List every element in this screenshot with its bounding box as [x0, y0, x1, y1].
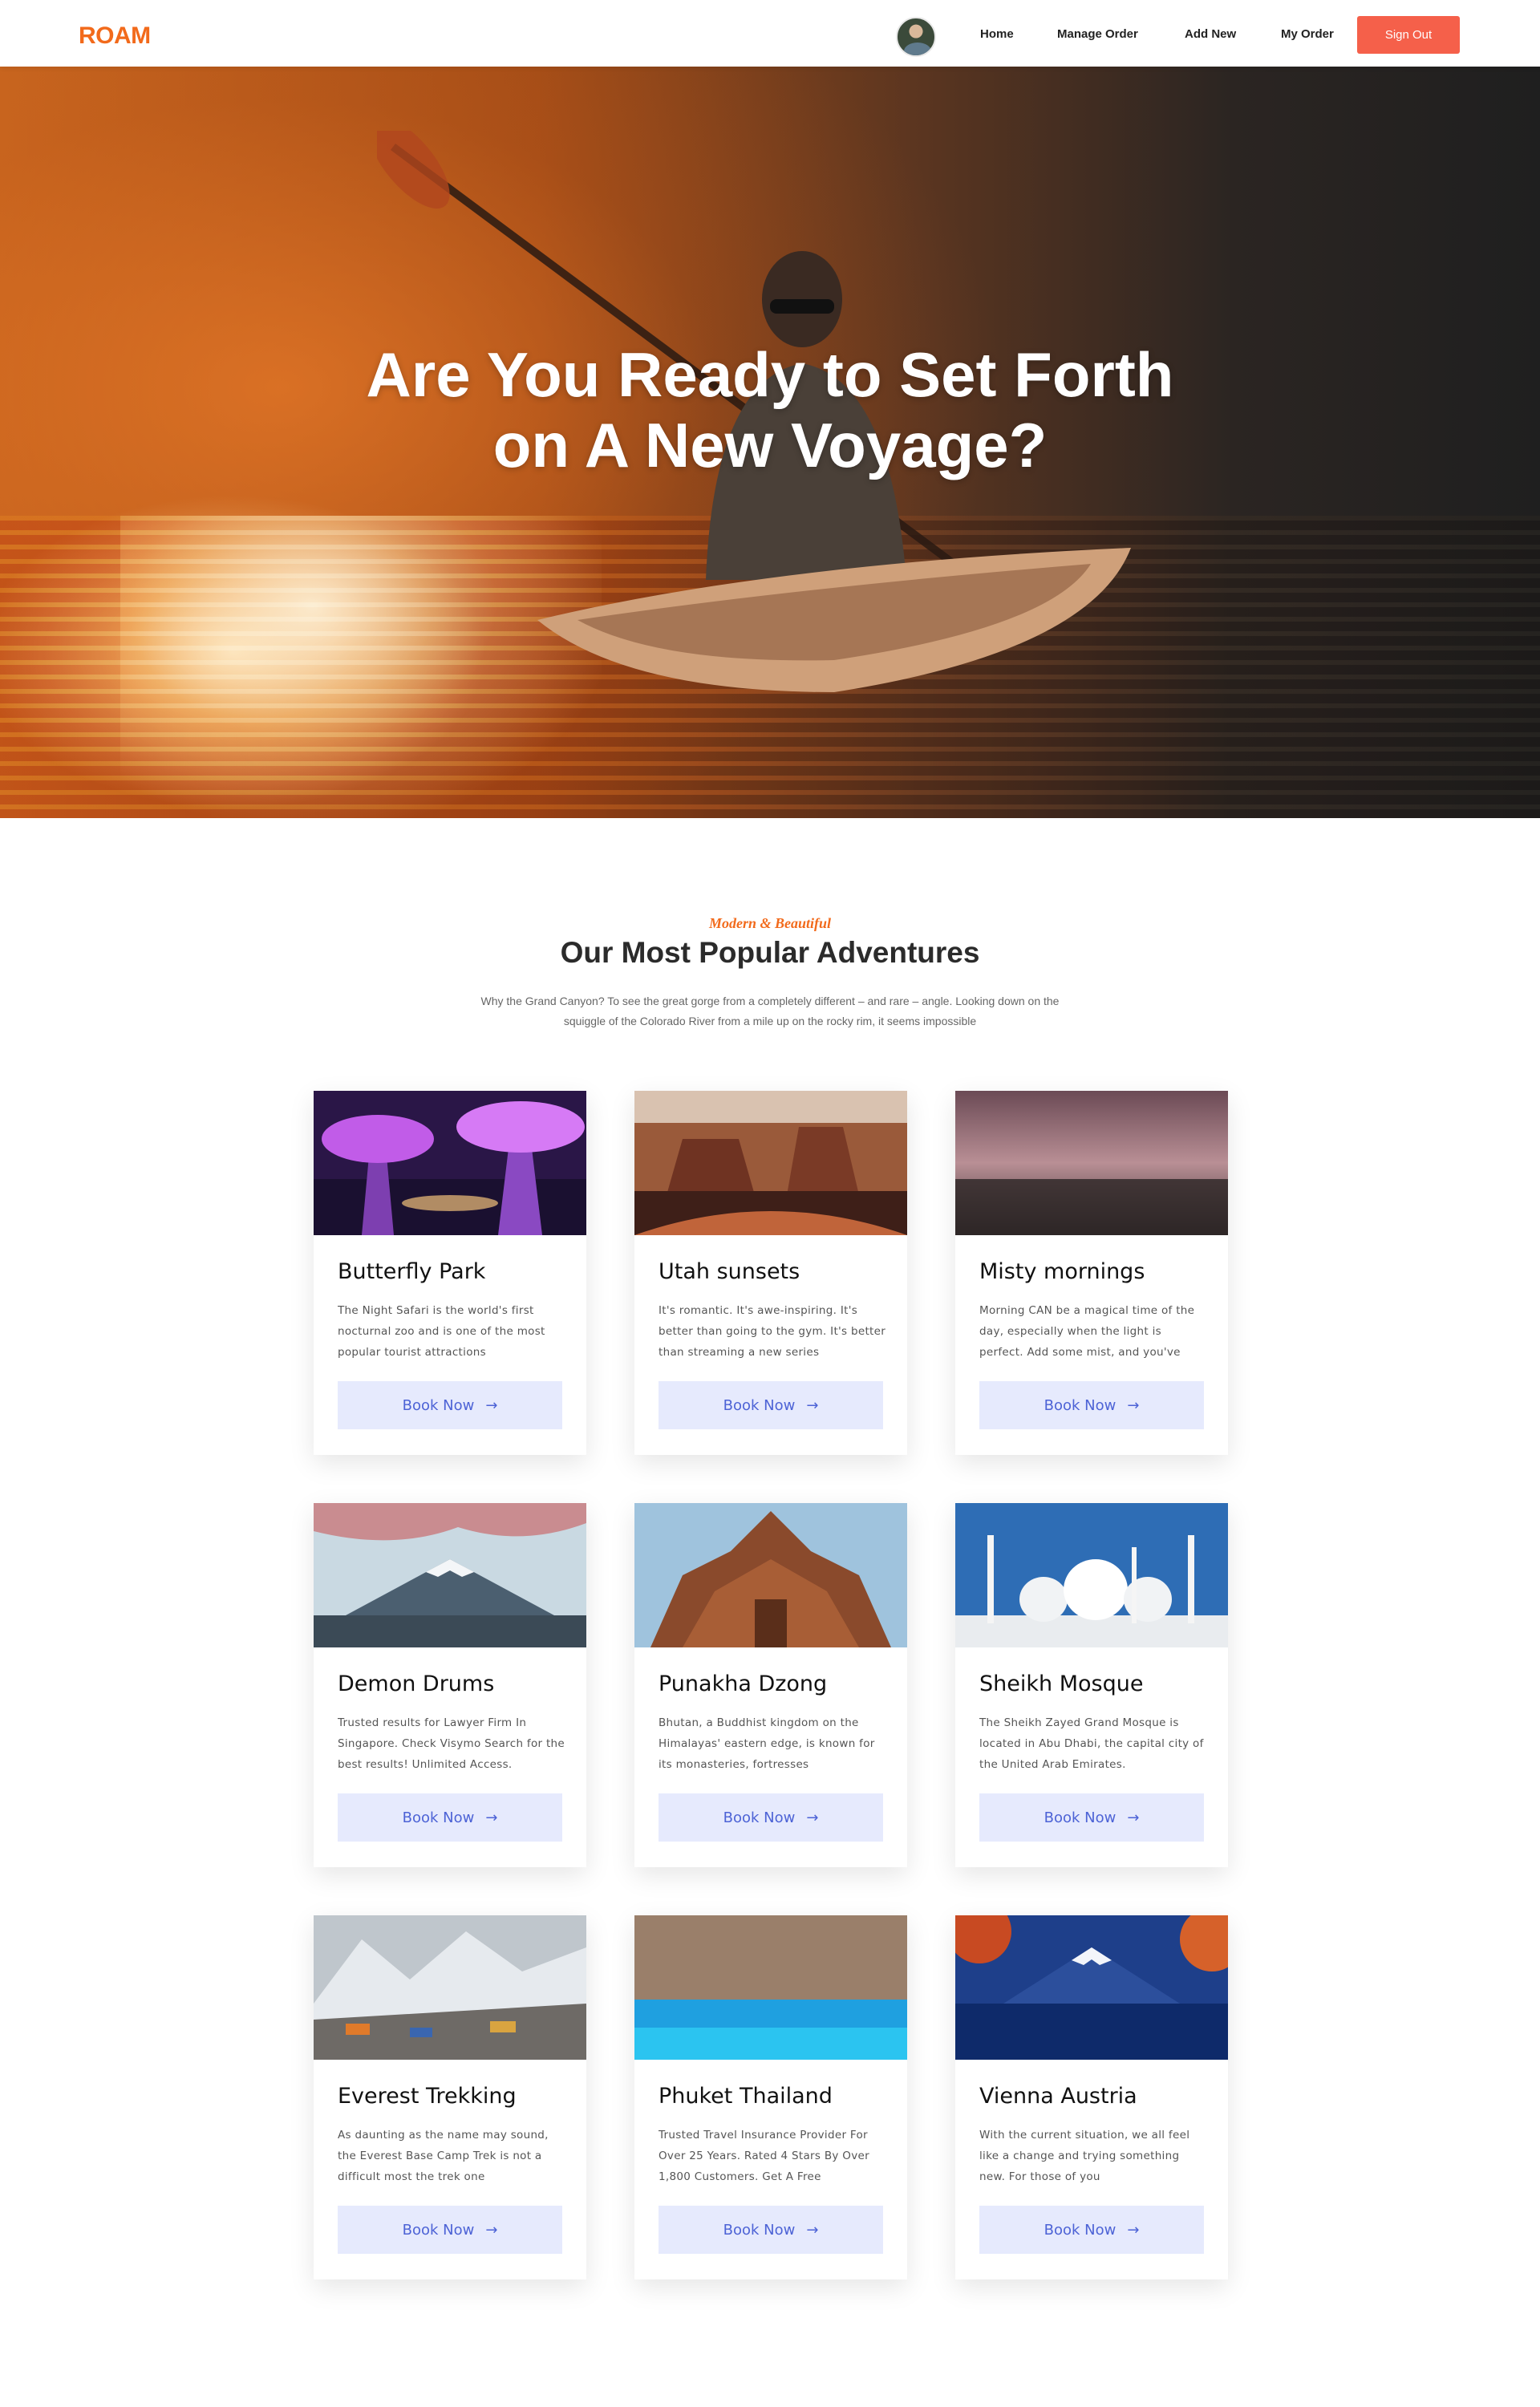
- adventure-card: Vienna Austria With the current situatio…: [955, 1915, 1228, 2279]
- sign-out-button[interactable]: Sign Out: [1357, 16, 1460, 54]
- book-now-label: Book Now: [723, 1396, 796, 1414]
- card-description: The Night Safari is the world's first no…: [338, 1304, 545, 1359]
- adventure-card: Demon Drums Trusted results for Lawyer F…: [314, 1503, 586, 1867]
- hero-title-line1: Are You Ready to Set Forth: [366, 339, 1174, 410]
- book-now-label: Book Now: [1044, 2221, 1116, 2239]
- card-description: It's romantic. It's awe-inspiring. It's …: [659, 1304, 886, 1359]
- book-now-button[interactable]: Book Now →: [979, 1793, 1204, 1842]
- book-now-label: Book Now: [723, 2221, 796, 2239]
- book-now-button[interactable]: Book Now →: [338, 1793, 562, 1842]
- book-now-button[interactable]: Book Now →: [659, 2206, 883, 2254]
- navbar: ROAM Home Manage Order Add New My Order …: [0, 0, 1540, 67]
- book-now-button[interactable]: Book Now →: [338, 1381, 562, 1429]
- book-now-label: Book Now: [1044, 1396, 1116, 1414]
- card-description: Morning CAN be a magical time of the day…: [979, 1304, 1195, 1359]
- arrow-right-icon: →: [806, 2221, 819, 2239]
- adventure-card: Punakha Dzong Bhutan, a Buddhist kingdom…: [634, 1503, 907, 1867]
- arrow-right-icon: →: [1127, 1396, 1140, 1414]
- logo[interactable]: ROAM: [79, 22, 151, 50]
- card-title: Utah sunsets: [659, 1259, 800, 1284]
- adventure-card: Utah sunsets It's romantic. It's awe-ins…: [634, 1091, 907, 1455]
- arrow-right-icon: →: [485, 1396, 498, 1414]
- card-title: Sheikh Mosque: [979, 1672, 1144, 1696]
- nav-manage-order[interactable]: Manage Order: [1057, 27, 1138, 41]
- avatar[interactable]: [896, 17, 936, 57]
- arrow-right-icon: →: [1127, 2221, 1140, 2239]
- book-now-label: Book Now: [402, 2221, 475, 2239]
- card-description: Trusted results for Lawyer Firm In Singa…: [338, 1716, 565, 1771]
- hero-banner: Are You Ready to Set Forth on A New Voya…: [0, 67, 1540, 818]
- section-description: Why the Grand Canyon? To see the great g…: [480, 995, 1060, 1027]
- card-description: Bhutan, a Buddhist kingdom on the Himala…: [659, 1716, 875, 1771]
- book-now-button[interactable]: Book Now →: [979, 1381, 1204, 1429]
- arrow-right-icon: →: [485, 1809, 498, 1826]
- mount-fuji-blossom-photo: [314, 1503, 586, 1647]
- misty-field-photo: [955, 1091, 1228, 1235]
- card-description: Trusted Travel Insurance Provider For Ov…: [659, 2129, 869, 2183]
- monument-valley-photo: [634, 1091, 907, 1235]
- supertrees-photo: [314, 1091, 586, 1235]
- adventure-card: Misty mornings Morning CAN be a magical …: [955, 1091, 1228, 1455]
- hero-title-line2: on A New Voyage?: [492, 410, 1048, 480]
- everest-camp-photo: [314, 1915, 586, 2060]
- wooden-temple-photo: [634, 1503, 907, 1647]
- book-now-button[interactable]: Book Now →: [979, 2206, 1204, 2254]
- mosque-photo: [955, 1503, 1228, 1647]
- hero-title: Are You Ready to Set Forth on A New Voya…: [0, 339, 1540, 480]
- card-description: As daunting as the name may sound, the E…: [338, 2129, 549, 2183]
- book-now-button[interactable]: Book Now →: [338, 2206, 562, 2254]
- phuket-lagoon-photo: [634, 1915, 907, 2060]
- card-description: With the current situation, we all feel …: [979, 2129, 1190, 2183]
- card-title: Demon Drums: [338, 1672, 495, 1696]
- arrow-right-icon: →: [1127, 1809, 1140, 1826]
- book-now-label: Book Now: [402, 1809, 475, 1826]
- adventure-card: Butterfly Park The Night Safari is the w…: [314, 1091, 586, 1455]
- nav-add-new[interactable]: Add New: [1185, 27, 1236, 41]
- card-title: Butterfly Park: [338, 1259, 486, 1284]
- nav-home[interactable]: Home: [980, 27, 1014, 41]
- card-title: Vienna Austria: [979, 2084, 1137, 2109]
- adventure-card: Phuket Thailand Trusted Travel Insurance…: [634, 1915, 907, 2279]
- book-now-label: Book Now: [402, 1396, 475, 1414]
- book-now-button[interactable]: Book Now →: [659, 1381, 883, 1429]
- card-description: The Sheikh Zayed Grand Mosque is located…: [979, 1716, 1204, 1771]
- section-title: Our Most Popular Adventures: [560, 936, 980, 969]
- fuji-lake-photo: [955, 1915, 1228, 2060]
- arrow-right-icon: →: [806, 1809, 819, 1826]
- card-title: Everest Trekking: [338, 2084, 517, 2109]
- adventure-card: Everest Trekking As daunting as the name…: [314, 1915, 586, 2279]
- card-title: Punakha Dzong: [659, 1672, 828, 1696]
- arrow-right-icon: →: [806, 1396, 819, 1414]
- kayak-graphic: [537, 548, 1131, 692]
- section-eyebrow: Modern & Beautiful: [708, 915, 832, 931]
- nav-my-order[interactable]: My Order: [1281, 27, 1334, 41]
- card-title: Phuket Thailand: [659, 2084, 833, 2109]
- book-now-label: Book Now: [723, 1809, 796, 1826]
- book-now-label: Book Now: [1044, 1809, 1116, 1826]
- book-now-button[interactable]: Book Now →: [659, 1793, 883, 1842]
- card-title: Misty mornings: [979, 1259, 1145, 1284]
- arrow-right-icon: →: [485, 2221, 498, 2239]
- adventure-card: Sheikh Mosque The Sheikh Zayed Grand Mos…: [955, 1503, 1228, 1867]
